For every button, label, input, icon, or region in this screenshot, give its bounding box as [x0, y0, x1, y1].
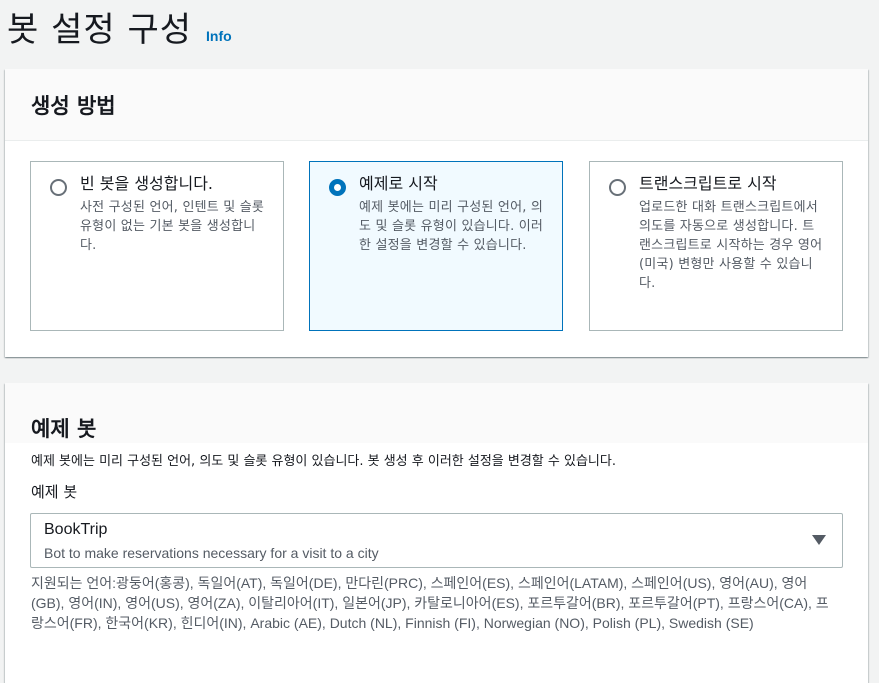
radio-start-with-transcript[interactable]	[609, 179, 626, 196]
sample-bot-header: 예제 봇	[5, 383, 868, 443]
supported-languages: 지원되는 언어:광둥어(홍콩), 독일어(AT), 독일어(DE), 만다린(P…	[31, 575, 829, 631]
page-header: 봇 설정 구성 Info	[7, 0, 232, 52]
selected-bot-name: BookTrip	[44, 521, 108, 538]
tile-start-with-transcript[interactable]: 트랜스크립트로 시작 업로드한 대화 트랜스크립트에서 의도를 자동으로 생성합…	[589, 161, 843, 331]
tile-start-with-example[interactable]: 예제로 시작 예제 봇에는 미리 구성된 언어, 의도 및 슬롯 유형이 있습니…	[309, 161, 563, 331]
tile-label: 예제로 시작	[359, 174, 438, 193]
selected-bot-description: Bot to make reservations necessary for a…	[44, 545, 379, 561]
radio-blank-bot[interactable]	[50, 179, 67, 196]
radio-start-with-example[interactable]	[329, 179, 346, 196]
sample-bot-description: 예제 봇에는 미리 구성된 언어, 의도 및 슬롯 유형이 있습니다. 봇 생성…	[31, 454, 616, 469]
caret-down-icon[interactable]	[812, 535, 826, 545]
info-link[interactable]: Info	[206, 28, 232, 44]
sample-bot-field-label: 예제 봇	[31, 483, 78, 501]
sample-bot-select[interactable]: BookTrip Bot to make reservations necess…	[30, 513, 843, 568]
tile-label: 빈 봇을 생성합니다.	[80, 174, 214, 193]
tile-description: 예제 봇에는 미리 구성된 언어, 의도 및 슬롯 유형이 있습니다. 이러한 …	[359, 200, 544, 253]
tile-label: 트랜스크립트로 시작	[639, 174, 777, 193]
creation-method-title: 생성 방법	[31, 93, 116, 118]
creation-method-panel: 생성 방법 빈 봇을 생성합니다. 사전 구성된 언어, 인텐트 및 슬롯 유형…	[5, 69, 868, 357]
sample-bot-panel: 예제 봇 예제 봇에는 미리 구성된 언어, 의도 및 슬롯 유형이 있습니다.…	[5, 383, 868, 683]
tile-description: 업로드한 대화 트랜스크립트에서 의도를 자동으로 생성합니다. 트랜스크립트로…	[639, 200, 823, 291]
tile-blank-bot[interactable]: 빈 봇을 생성합니다. 사전 구성된 언어, 인텐트 및 슬롯 유형이 없는 기…	[30, 161, 284, 331]
tile-description: 사전 구성된 언어, 인텐트 및 슬롯 유형이 없는 기본 봇을 생성합니다.	[80, 200, 265, 253]
sample-bot-title: 예제 봇	[31, 417, 97, 441]
creation-method-header: 생성 방법	[5, 69, 868, 141]
page-title: 봇 설정 구성	[7, 10, 193, 50]
